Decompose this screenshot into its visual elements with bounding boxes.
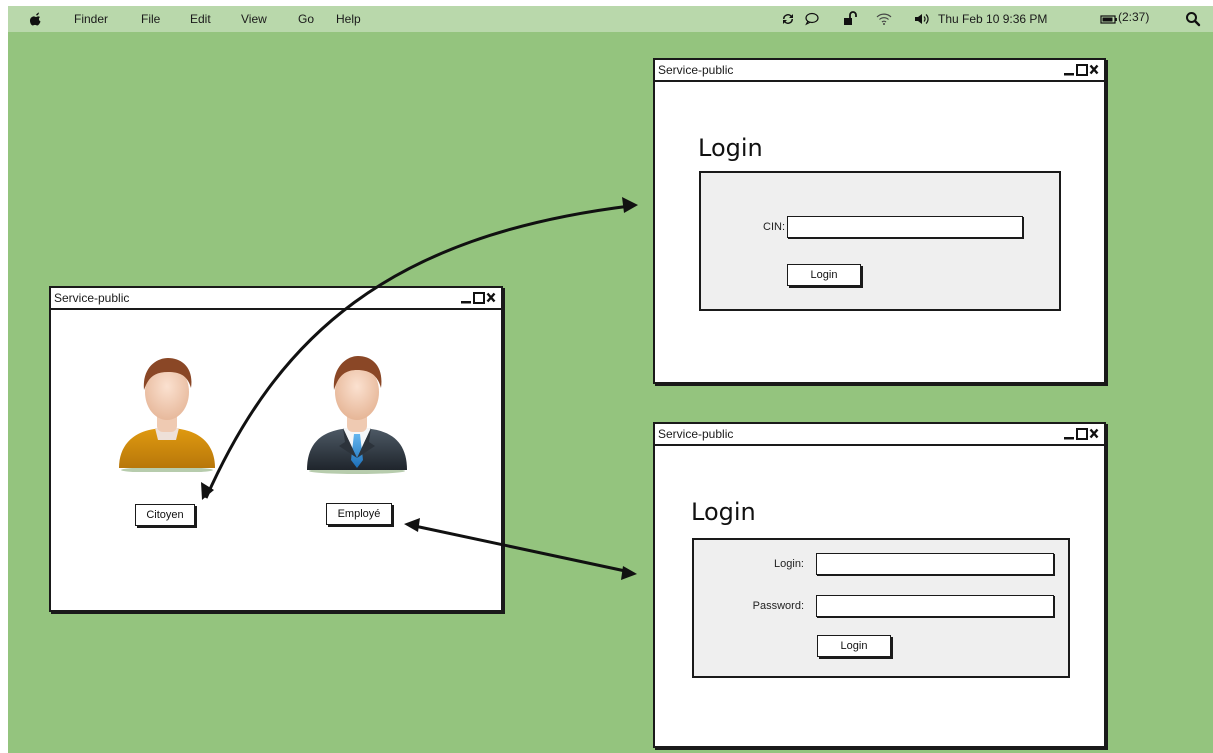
chooser-title-bar: Service-public xyxy=(51,288,501,310)
menu-bar: Finder File Edit View Go Help Thu Feb 10… xyxy=(8,6,1213,32)
search-icon[interactable] xyxy=(1183,9,1203,29)
citizen-login-button[interactable]: Login xyxy=(787,264,861,286)
sync-icon[interactable] xyxy=(778,9,798,29)
citoyen-button[interactable]: Citoyen xyxy=(135,504,195,526)
login-label: Login: xyxy=(774,558,804,570)
password-label: Password: xyxy=(752,600,804,612)
login-input[interactable] xyxy=(816,553,1054,575)
login-heading: Login xyxy=(691,498,756,526)
desktop: Finder File Edit View Go Help Thu Feb 10… xyxy=(8,6,1213,753)
employee-login-title-bar: Service-public xyxy=(655,424,1104,446)
menu-item-go[interactable]: Go xyxy=(298,12,314,26)
battery-time-text: (2:37) xyxy=(1118,10,1150,24)
menu-item-help[interactable]: Help xyxy=(336,12,361,26)
citizen-login-window: Service-public Login CIN: Login xyxy=(653,58,1106,384)
employee-login-button[interactable]: Login xyxy=(817,635,891,657)
window-controls xyxy=(1063,427,1101,441)
employe-button[interactable]: Employé xyxy=(326,503,392,525)
volume-icon[interactable] xyxy=(912,9,932,29)
cin-label: CIN: xyxy=(763,221,785,233)
citizen-avatar-icon[interactable] xyxy=(115,352,219,472)
unlock-icon[interactable] xyxy=(840,9,860,29)
citizen-login-title-bar: Service-public xyxy=(655,60,1104,82)
window-controls xyxy=(1063,63,1101,77)
login-panel: CIN: Login xyxy=(699,171,1061,311)
employee-login-window: Service-public Login Login: Password: Lo… xyxy=(653,422,1106,748)
password-input[interactable] xyxy=(816,595,1054,617)
window-title: Service-public xyxy=(54,291,130,305)
login-heading: Login xyxy=(698,134,763,162)
chooser-window: Service-public Citoyen Employé xyxy=(49,286,503,612)
arrowhead-employee-login-icon xyxy=(621,566,637,580)
cin-input[interactable] xyxy=(787,216,1023,238)
wifi-icon[interactable] xyxy=(874,9,894,29)
login-panel: Login: Password: Login xyxy=(692,538,1070,678)
window-controls-icons[interactable] xyxy=(1063,427,1101,441)
window-title: Service-public xyxy=(658,63,734,77)
window-title: Service-public xyxy=(658,427,734,441)
menu-item-edit[interactable]: Edit xyxy=(190,12,211,26)
menu-item-file[interactable]: File xyxy=(141,12,160,26)
menu-item-view[interactable]: View xyxy=(241,12,267,26)
window-controls-icons[interactable] xyxy=(1063,63,1101,77)
employee-avatar-icon[interactable] xyxy=(303,350,411,474)
apple-icon[interactable] xyxy=(26,9,46,29)
arrowhead-citizen-login-icon xyxy=(622,197,638,213)
window-controls-icons[interactable] xyxy=(460,291,498,305)
menu-item-finder[interactable]: Finder xyxy=(74,12,108,26)
battery-icon[interactable] xyxy=(1099,9,1119,29)
window-controls xyxy=(460,291,498,305)
clock-text[interactable]: Thu Feb 10 9:36 PM xyxy=(938,12,1047,26)
chat-bubble-icon[interactable] xyxy=(802,9,822,29)
